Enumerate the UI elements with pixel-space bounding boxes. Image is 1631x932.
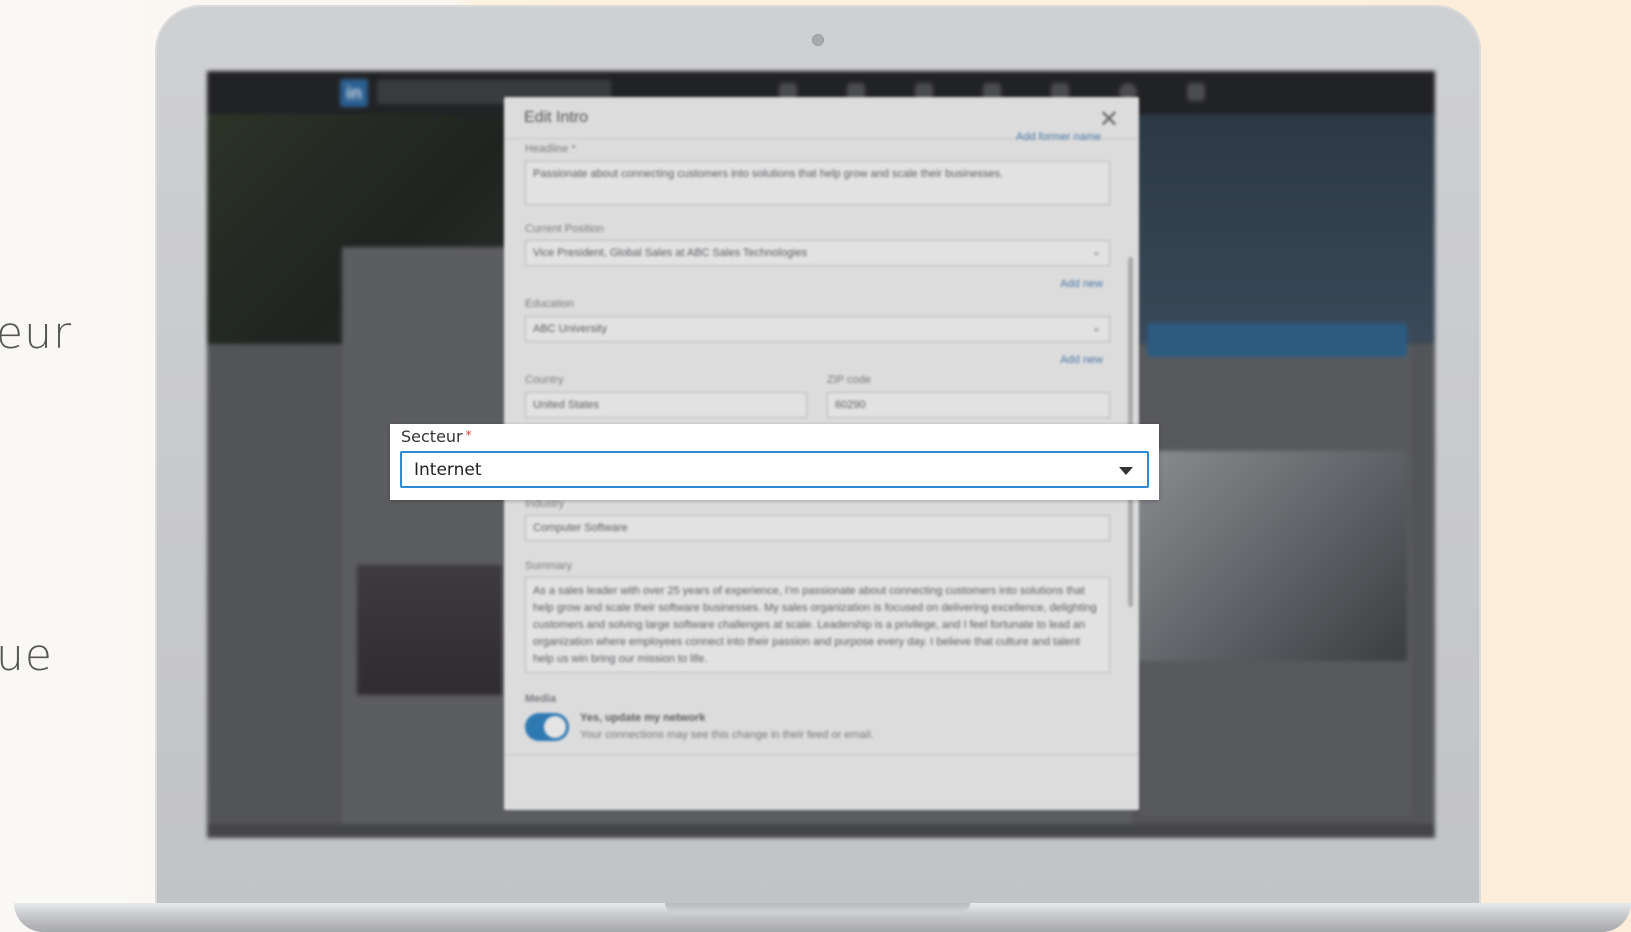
add-section-button[interactable]: [1147, 323, 1407, 357]
position-select[interactable]: Vice President, Global Sales at ABC Sale…: [525, 240, 1110, 266]
modal-title: Edit Intro: [524, 109, 589, 126]
add-former-name-link[interactable]: Add former name: [1016, 131, 1101, 143]
screen-bottom-bar: [207, 824, 1435, 838]
secteur-highlight-panel: Secteur * Internet: [390, 424, 1159, 500]
linkedin-logo-icon: in: [340, 79, 368, 107]
education-label: Education: [525, 298, 574, 310]
toggle-title: Yes, update my network: [580, 712, 706, 724]
zip-label: ZIP code: [827, 374, 871, 386]
camera-icon: [812, 34, 824, 46]
country-label: Country: [525, 374, 564, 386]
secteur-label-text: Secteur: [401, 427, 463, 446]
media-label: Media: [525, 693, 557, 705]
add-new-position-link[interactable]: Add new: [1060, 278, 1103, 290]
zip-field[interactable]: 60290: [827, 392, 1110, 418]
headline-label: Headline *: [525, 143, 576, 155]
industry-field[interactable]: Computer Software: [525, 515, 1110, 541]
education-select[interactable]: ABC University ⌄: [525, 316, 1110, 342]
side-text-top: eur: [0, 308, 73, 359]
close-icon[interactable]: ✕: [1099, 105, 1119, 134]
add-new-education-link[interactable]: Add new: [1060, 354, 1103, 366]
nav-work-icon[interactable]: [1187, 83, 1205, 101]
summary-field[interactable]: As a sales leader with over 25 years of …: [525, 577, 1110, 673]
post-thumbnail[interactable]: [357, 565, 502, 695]
toggle-knob: [544, 716, 566, 738]
laptop-notch: [665, 903, 970, 913]
country-field[interactable]: United States: [525, 392, 807, 418]
secteur-value: Internet: [414, 460, 482, 480]
update-network-toggle[interactable]: [525, 713, 569, 741]
modal-footer-divider: [504, 754, 1139, 755]
chevron-down-icon: ⌄: [1091, 246, 1101, 258]
position-value: Vice President, Global Sales at ABC Sale…: [533, 247, 808, 259]
side-text-bottom: ue: [0, 630, 53, 681]
ad-image[interactable]: [1137, 451, 1407, 661]
summary-label: Summary: [525, 560, 573, 572]
required-mark: *: [465, 428, 472, 442]
caret-down-icon: [1119, 467, 1133, 475]
position-label: Current Position: [525, 223, 604, 235]
education-value: ABC University: [533, 323, 607, 335]
toggle-subtitle: Your connections may see this change in …: [580, 729, 874, 741]
headline-field[interactable]: Passionate about connecting customers in…: [525, 161, 1110, 205]
secteur-select[interactable]: Internet: [400, 451, 1149, 488]
chevron-down-icon: ⌄: [1091, 322, 1101, 334]
secteur-label: Secteur *: [401, 427, 472, 446]
